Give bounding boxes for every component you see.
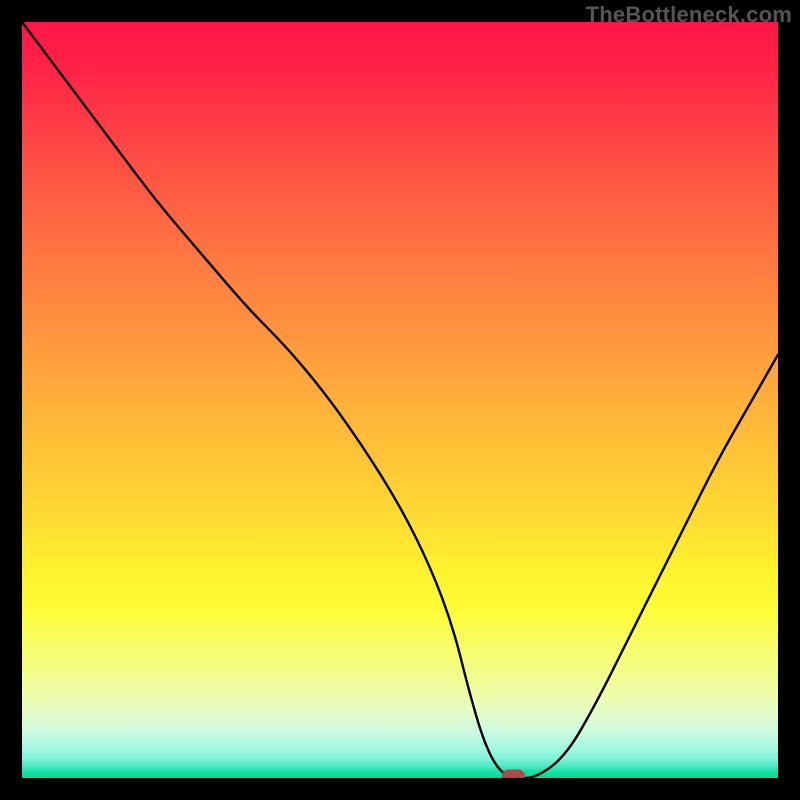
bottleneck-curve: [22, 22, 778, 778]
curve-layer: [22, 22, 778, 778]
optimal-point-marker: [502, 770, 524, 778]
chart-frame: TheBottleneck.com: [0, 0, 800, 800]
plot-area: [22, 22, 778, 778]
watermark-text: TheBottleneck.com: [586, 2, 792, 28]
